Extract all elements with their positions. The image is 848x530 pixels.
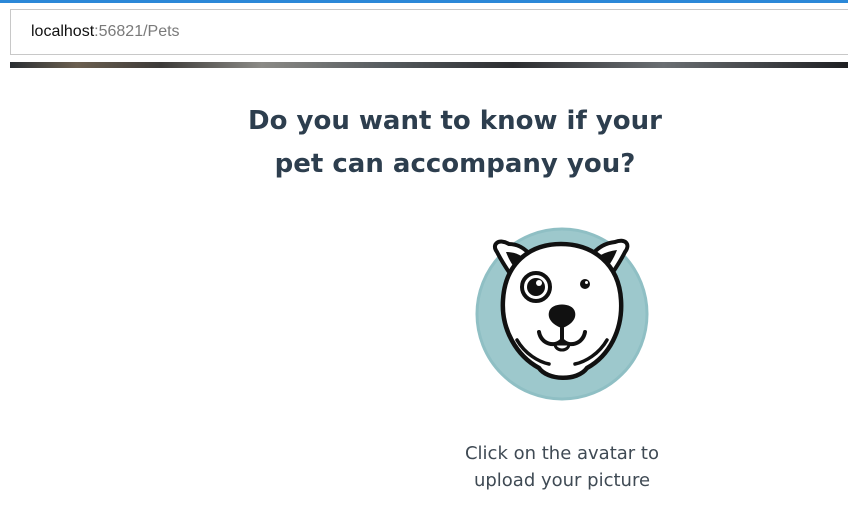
caption-line-1: Click on the avatar to xyxy=(464,443,659,464)
caption-line-2: upload your picture xyxy=(473,470,651,491)
address-bar[interactable]: localhost:56821/Pets xyxy=(10,9,848,55)
page-heading: Do you want to know if your pet can acco… xyxy=(0,100,848,186)
heading-line-2: pet can accompany you? xyxy=(274,149,636,179)
heading-line-1: Do you want to know if your xyxy=(248,106,662,136)
upload-instructions: Click on the avatar to upload your pictu… xyxy=(0,440,848,494)
avatar-upload-button[interactable] xyxy=(469,222,653,406)
browser-top-border xyxy=(0,0,848,3)
url-path: :56821/Pets xyxy=(94,23,180,40)
dog-avatar-icon xyxy=(475,227,649,401)
url-host: localhost xyxy=(31,23,95,40)
hero-image-strip xyxy=(10,62,848,68)
